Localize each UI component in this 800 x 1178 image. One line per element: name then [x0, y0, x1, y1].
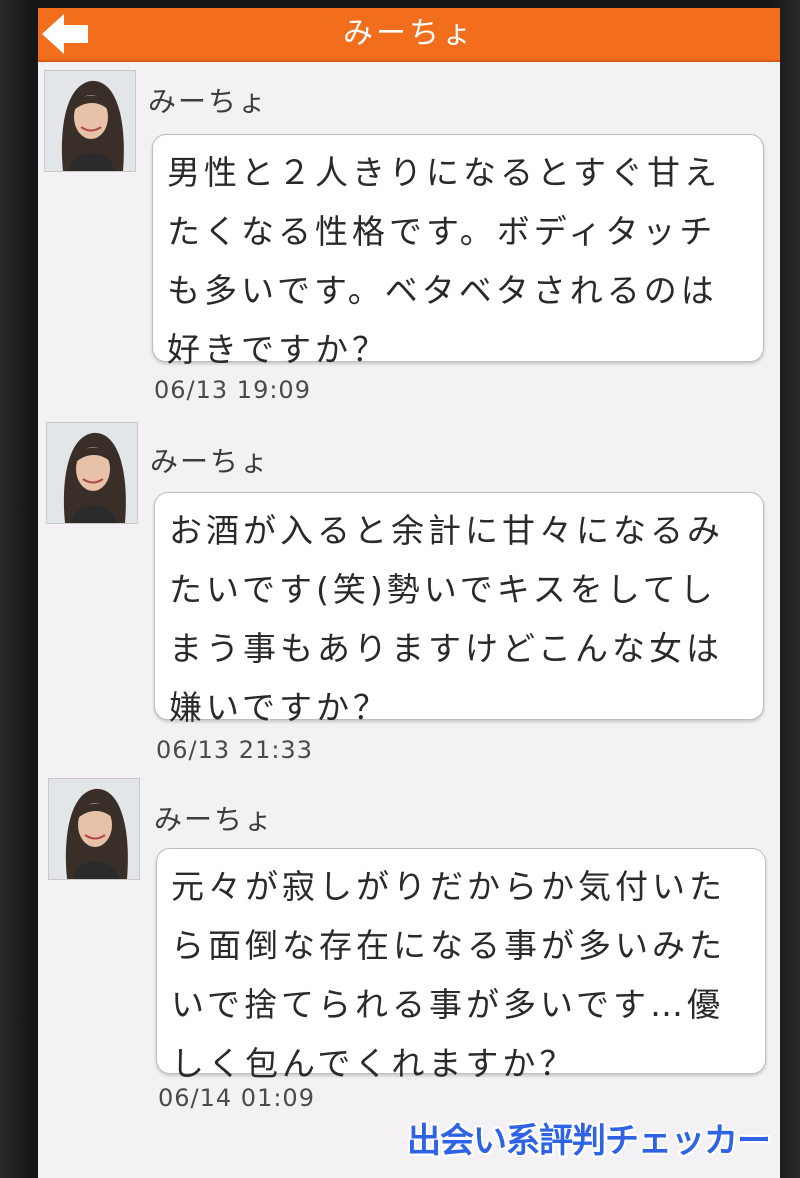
- message-item: みーちょ お酒が入ると余計に甘々になるみたいです(笑)勢いでキスをしてしまう事も…: [38, 422, 780, 764]
- message-text: 男性と２人きりになるとすぐ甘えたくなる性格です。ボディタッチも多いです。ベタベタ…: [167, 153, 722, 369]
- back-arrow-icon: [42, 14, 88, 54]
- message-bubble: 男性と２人きりになるとすぐ甘えたくなる性格です。ボディタッチも多いです。ベタベタ…: [152, 134, 764, 369]
- back-button[interactable]: [40, 12, 92, 56]
- sender-avatar[interactable]: [46, 422, 138, 524]
- sender-avatar[interactable]: [48, 778, 140, 880]
- message-text: お酒が入ると余計に甘々になるみたいです(笑)勢いでキスをしてしまう事もありますけ…: [169, 511, 724, 727]
- site-watermark: 出会い系評判チェッカー: [407, 1121, 771, 1161]
- message-timestamp: 06/13 21:33: [156, 736, 313, 764]
- message-text: 元々が寂しがりだからか気付いたら面倒な存在になる事が多いみたいで捨てられる事が多…: [171, 867, 726, 1083]
- phone-frame: みーちょ みーちょ 男性と２人きりになるとすぐ甘えたくなる性格です。ボディタッチ…: [0, 0, 800, 1178]
- sender-name: みーちょ: [150, 445, 271, 478]
- sender-name: みーちょ: [154, 803, 275, 836]
- message-bubble: お酒が入ると余計に甘々になるみたいです(笑)勢いでキスをしてしまう事もありますけ…: [154, 492, 764, 727]
- message-timestamp: 06/13 19:09: [154, 376, 311, 404]
- top-bar: みーちょ: [38, 8, 780, 62]
- message-bubble: 元々が寂しがりだからか気付いたら面倒な存在になる事が多いみたいで捨てられる事が多…: [156, 848, 766, 1083]
- message-timestamp: 06/14 01:09: [158, 1084, 315, 1112]
- chat-screen: みーちょ みーちょ 男性と２人きりになるとすぐ甘えたくなる性格です。ボディタッチ…: [38, 8, 780, 1178]
- sender-name: みーちょ: [148, 85, 269, 118]
- message-item: みーちょ 男性と２人きりになるとすぐ甘えたくなる性格です。ボディタッチも多いです…: [38, 64, 780, 404]
- message-item: みーちょ 元々が寂しがりだからか気付いたら面倒な存在になる事が多いみたいで捨てら…: [38, 778, 780, 1112]
- chat-title: みーちょ: [343, 16, 475, 51]
- sender-avatar[interactable]: [44, 70, 136, 172]
